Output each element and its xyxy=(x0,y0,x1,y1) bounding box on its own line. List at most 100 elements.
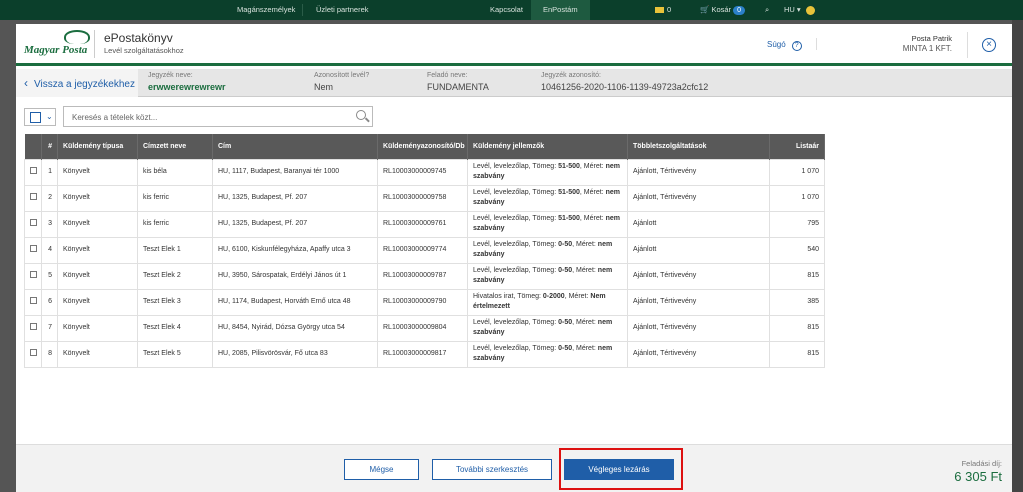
select-all-checkbox[interactable] xyxy=(30,112,41,123)
row-select-cell xyxy=(24,262,42,290)
table-row[interactable]: 1 Könyvelt kis béla HU, 1117, Budapest, Bar… xyxy=(24,158,825,186)
nav-contact[interactable]: Kapcsolat xyxy=(490,0,523,20)
table-header-row: # Küldemény típusa Címzett neve Cím Küld… xyxy=(24,134,825,159)
recipient-name: kis ferric xyxy=(137,184,213,212)
list-price: 385 xyxy=(769,288,825,316)
shipment-type: Könyvelt xyxy=(57,262,138,290)
row-number: 4 xyxy=(41,236,58,264)
list-price: 815 xyxy=(769,340,825,368)
cart-button[interactable]: 🛒 Kosár 0 xyxy=(700,0,746,20)
column-header[interactable]: Többletszolgáltatások xyxy=(627,134,770,159)
recipient-name: Teszt Elek 4 xyxy=(137,314,213,342)
weight-value: 51-500 xyxy=(558,163,580,170)
shipment-features: Levél, levelezőlap, Tömeg: 0-50, Méret: … xyxy=(467,236,628,264)
shipment-type: Könyvelt xyxy=(57,288,138,316)
table-row[interactable]: 6 Könyvelt Teszt Elek 3 HU, 1174, Budapest,… xyxy=(24,288,825,316)
field-label: Jegyzék neve: xyxy=(148,72,193,79)
row-checkbox[interactable] xyxy=(30,270,37,278)
chevron-down-icon[interactable]: ⌄ xyxy=(46,112,53,121)
column-header[interactable]: Küldemény típusa xyxy=(57,134,138,159)
row-number: 7 xyxy=(41,314,58,342)
shipment-features: Levél, levelezőlap, Tömeg: 0-50, Méret: … xyxy=(467,262,628,290)
table-row[interactable]: 2 Könyvelt kis ferric HU, 1325, Budapest, P… xyxy=(24,184,825,212)
address: HU, 3950, Sárospatak, Erdélyi János út 1 xyxy=(212,262,378,290)
close-button[interactable]: × xyxy=(982,38,996,52)
row-checkbox[interactable] xyxy=(30,166,37,174)
shipment-features: Hivatalos irat, Tömeg: 0-2000, Méret: Ne… xyxy=(467,288,628,316)
column-header[interactable]: Cím xyxy=(212,134,378,159)
nav-private[interactable]: Magánszemélyek xyxy=(237,0,295,20)
shipment-id: RL10003000009790 xyxy=(377,288,468,316)
row-checkbox[interactable] xyxy=(30,192,37,200)
mail-button[interactable]: 0 xyxy=(655,0,671,20)
extra-services: Ajánlott, Tértivevény xyxy=(627,184,770,212)
shipment-features: Levél, levelezőlap, Tömeg: 0-50, Méret: … xyxy=(467,340,628,368)
table-row[interactable]: 5 Könyvelt Teszt Elek 2 HU, 3950, Sárospata… xyxy=(24,262,825,290)
row-number: 3 xyxy=(41,210,58,238)
feature-text: Levél, levelezőlap, Tömeg: xyxy=(473,319,559,326)
app-title: ePostakönyv xyxy=(104,31,173,45)
row-checkbox[interactable] xyxy=(30,348,37,356)
feature-text: Levél, levelezőlap, Tömeg: xyxy=(473,345,559,352)
divider xyxy=(94,30,95,58)
row-number: 8 xyxy=(41,340,58,368)
search-icon[interactable] xyxy=(356,110,366,120)
help-link[interactable]: Súgó? xyxy=(767,40,802,51)
row-number: 5 xyxy=(41,262,58,290)
cart-icon: 🛒 xyxy=(700,5,710,14)
row-checkbox[interactable] xyxy=(30,322,37,330)
row-number: 1 xyxy=(41,158,58,186)
fee-value: 6 305 Ft xyxy=(954,469,1002,484)
row-select-cell xyxy=(24,314,42,342)
feature-text: Levél, levelezőlap, Tömeg: xyxy=(473,215,559,222)
nav-business[interactable]: Üzleti partnerek xyxy=(316,0,369,20)
recipient-name: Teszt Elek 5 xyxy=(137,340,213,368)
row-number: 2 xyxy=(41,184,58,212)
table-row[interactable]: 7 Könyvelt Teszt Elek 4 HU, 8454, Nyirád, D… xyxy=(24,314,825,342)
shipment-id: RL10003000009787 xyxy=(377,262,468,290)
scrollbar[interactable] xyxy=(1012,20,1023,492)
field-value: erwwerewrewrewr xyxy=(148,82,226,92)
row-select-cell xyxy=(24,236,42,264)
further-edit-button[interactable]: További szerkesztés xyxy=(432,459,552,480)
back-to-lists-button[interactable]: ‹ Vissza a jegyzékekhez xyxy=(16,69,138,97)
weight-value: 0-2000 xyxy=(542,293,565,300)
weight-value: 0-50 xyxy=(558,319,573,326)
table-row[interactable]: 8 Könyvelt Teszt Elek 5 HU, 2085, Pilisvörö… xyxy=(24,340,825,368)
row-checkbox[interactable] xyxy=(30,244,37,252)
row-select-cell xyxy=(24,340,42,368)
nav-enpostam[interactable]: EnPostám xyxy=(531,0,590,20)
magyar-posta-logo: Magyar Posta xyxy=(24,30,96,60)
feature-text: Hivatalos irat, Tömeg: xyxy=(473,293,543,300)
column-header[interactable]: Címzett neve xyxy=(137,134,213,159)
items-table: # Küldemény típusa Címzett neve Cím Küld… xyxy=(24,134,825,368)
column-header[interactable]: # xyxy=(41,134,58,159)
extra-services: Ajánlott xyxy=(627,236,770,264)
weight-value: 51-500 xyxy=(558,215,580,222)
shipment-features: Levél, levelezőlap, Tömeg: 51-500, Méret… xyxy=(467,210,628,238)
help-label: Súgó xyxy=(767,40,786,49)
cancel-button[interactable]: Mégse xyxy=(344,459,419,480)
search-icon[interactable]: ⌕ xyxy=(765,0,769,20)
select-all-dropdown[interactable]: ⌄ xyxy=(24,108,56,126)
row-checkbox[interactable] xyxy=(30,296,37,304)
table-row[interactable]: 4 Könyvelt Teszt Elek 1 HU, 6100, Kiskunfél… xyxy=(24,236,825,264)
feature-text: Levél, levelezőlap, Tömeg: xyxy=(473,189,559,196)
column-header[interactable]: Listaár xyxy=(769,134,825,159)
row-checkbox[interactable] xyxy=(30,218,37,226)
finalize-button[interactable]: Végleges lezárás xyxy=(564,459,674,480)
list-price: 540 xyxy=(769,236,825,264)
column-header[interactable]: Küldemény jellemzők xyxy=(467,134,628,159)
column-header[interactable]: Küldeményazonosító/Db xyxy=(377,134,468,159)
address: HU, 6100, Kiskunfélegyháza, Apaffy utca … xyxy=(212,236,378,264)
row-select-cell xyxy=(24,184,42,212)
cart-count-badge: 0 xyxy=(733,6,746,15)
language-selector[interactable]: HU ▾ xyxy=(784,0,801,20)
shipment-features: Levél, levelezőlap, Tömeg: 0-50, Méret: … xyxy=(467,314,628,342)
profile-button[interactable] xyxy=(806,0,815,20)
shipment-features: Levél, levelezőlap, Tömeg: 51-500, Méret… xyxy=(467,158,628,186)
row-select-cell xyxy=(24,288,42,316)
search-input[interactable]: Keresés a tételek közt... xyxy=(63,106,373,127)
table-row[interactable]: 3 Könyvelt kis ferric HU, 1325, Budapest, P… xyxy=(24,210,825,238)
row-number: 6 xyxy=(41,288,58,316)
